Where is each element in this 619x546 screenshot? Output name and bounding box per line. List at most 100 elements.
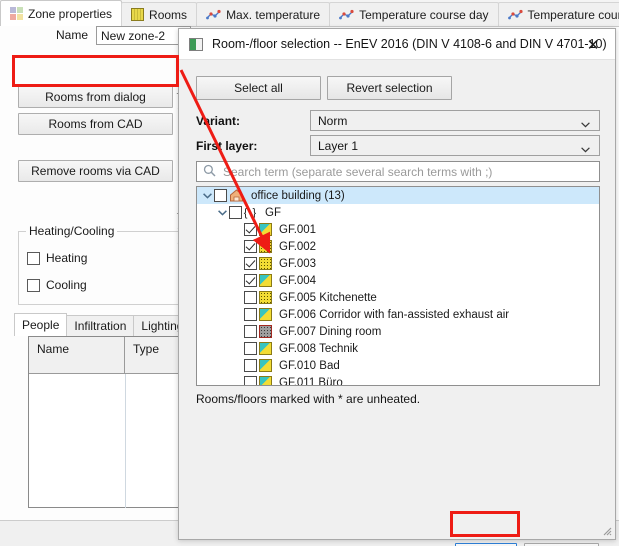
rooms-from-cad-button[interactable]: Rooms from CAD xyxy=(18,113,173,135)
tab-infiltration[interactable]: Infiltration xyxy=(66,315,135,336)
chevron-down-icon[interactable] xyxy=(201,189,214,202)
tree-label: GF.002 xyxy=(279,240,317,253)
tree-checkbox[interactable] xyxy=(244,291,257,304)
tree-checkbox[interactable] xyxy=(244,274,257,287)
table-body[interactable] xyxy=(29,374,183,508)
tab-label: Max. temperature xyxy=(226,7,321,22)
room-dotted-icon xyxy=(259,240,272,253)
select-all-button[interactable]: Select all xyxy=(196,76,321,100)
close-icon[interactable]: ✕ xyxy=(571,29,615,60)
rooms-from-dialog-button[interactable]: Rooms from dialog xyxy=(18,86,173,108)
tree-label: GF.008 Technik xyxy=(279,342,359,355)
tree-checkbox[interactable] xyxy=(244,223,257,236)
heating-cooling-group xyxy=(18,231,180,305)
chart-icon xyxy=(339,9,354,21)
chevron-down-icon xyxy=(581,117,590,128)
heating-checkbox-row[interactable]: Heating xyxy=(27,251,87,265)
tree-label: GF.001 xyxy=(279,223,317,236)
app-window: Zone properties Rooms Max. temperature T… xyxy=(0,0,619,546)
search-placeholder: Search term (separate several search ter… xyxy=(223,164,493,179)
magnifier-icon xyxy=(203,164,216,180)
tree-label: GF xyxy=(265,206,281,219)
search-field[interactable]: Search term (separate several search ter… xyxy=(196,161,600,182)
tab-people[interactable]: People xyxy=(14,313,68,336)
tree-row-gf-010[interactable]: GF.010 Bad xyxy=(197,357,599,374)
column-header-type[interactable]: Type xyxy=(125,337,183,373)
dialog-title-bar[interactable]: Room-/floor selection -- EnEV 2016 (DIN … xyxy=(179,29,615,60)
button-label: Revert selection xyxy=(346,81,433,95)
first-layer-select[interactable]: Layer 1 xyxy=(310,135,600,156)
heating-checkbox[interactable] xyxy=(27,251,40,265)
tree-row-gf-006[interactable]: GF.006 Corridor with fan-assisted exhaus… xyxy=(197,306,599,323)
tree-row-gf-004[interactable]: GF.004 xyxy=(197,272,599,289)
remove-rooms-via-cad-button[interactable]: Remove rooms via CAD xyxy=(18,160,173,182)
tree-row-gf-001[interactable]: GF.001 xyxy=(197,221,599,238)
first-layer-value: Layer 1 xyxy=(318,138,359,153)
room-heated-icon xyxy=(259,342,272,355)
tree-label: GF.006 Corridor with fan-assisted exhaus… xyxy=(279,308,510,321)
heating-label: Heating xyxy=(46,251,88,265)
tree-checkbox[interactable] xyxy=(244,325,257,338)
heating-cooling-group-title: Heating/Cooling xyxy=(26,224,118,238)
tree-row-gf-011[interactable]: GF.011 Büro xyxy=(197,374,599,385)
room-heated-icon xyxy=(259,274,272,287)
tree-row-gf-002[interactable]: GF.002 xyxy=(197,238,599,255)
table-header-row: Name Type xyxy=(29,337,183,374)
tab-label: Temperature course year xyxy=(527,7,619,22)
tab-temperature-course-day[interactable]: Temperature course day xyxy=(329,2,499,26)
room-heated-icon xyxy=(259,376,272,385)
cooling-checkbox[interactable] xyxy=(27,278,40,292)
cooling-label: Cooling xyxy=(46,278,87,292)
tab-label: Zone properties xyxy=(28,6,113,21)
chevron-down-icon[interactable] xyxy=(216,206,229,219)
tree-row-gf-007[interactable]: GF.007 Dining room xyxy=(197,323,599,340)
tab-rooms[interactable]: Rooms xyxy=(121,2,198,26)
column-header-name[interactable]: Name xyxy=(29,337,125,373)
brace-icon: { } xyxy=(243,206,258,219)
tab-label: People xyxy=(22,318,60,332)
room-heated-icon xyxy=(259,308,272,321)
resize-grip[interactable] xyxy=(601,525,612,536)
tree-row-gf-008[interactable]: GF.008 Technik xyxy=(197,340,599,357)
tree-row-gf[interactable]: { } GF xyxy=(197,204,599,221)
tab-temperature-course-year[interactable]: Temperature course year xyxy=(497,2,619,26)
tab-max-temperature[interactable]: Max. temperature xyxy=(196,2,331,26)
tree-checkbox[interactable] xyxy=(244,376,257,385)
zone-detail-tabstrip: People Infiltration Lighting xyxy=(14,313,199,336)
variant-select[interactable]: Norm xyxy=(310,110,600,131)
button-label: Remove rooms via CAD xyxy=(31,164,160,178)
room-heated-icon xyxy=(259,359,272,372)
tab-zone-properties[interactable]: Zone properties xyxy=(0,0,123,26)
dialog-title: Room-/floor selection -- EnEV 2016 (DIN … xyxy=(212,37,607,51)
tree-label: office building (13) xyxy=(251,189,345,202)
room-dotted-icon xyxy=(259,291,272,304)
room-tree[interactable]: office building (13) { } GF GF.001 GF.00… xyxy=(196,186,600,386)
main-tabstrip: Zone properties Rooms Max. temperature T… xyxy=(0,0,619,27)
tree-checkbox[interactable] xyxy=(229,206,242,219)
tree-checkbox[interactable] xyxy=(244,308,257,321)
chevron-down-icon xyxy=(581,142,590,153)
revert-selection-button[interactable]: Revert selection xyxy=(327,76,452,100)
zone-properties-panel: Name Rooms from dialog Rooms from CAD Re… xyxy=(0,26,199,520)
tree-checkbox[interactable] xyxy=(244,257,257,270)
cooling-checkbox-row[interactable]: Cooling xyxy=(27,278,87,292)
chart-icon xyxy=(507,9,523,21)
tree-label: GF.007 Dining room xyxy=(279,325,382,338)
room-heated-icon xyxy=(259,223,272,236)
tree-checkbox[interactable] xyxy=(244,240,257,253)
house-icon xyxy=(229,189,244,202)
zone-name-input[interactable] xyxy=(96,26,191,45)
button-label: Rooms from dialog xyxy=(45,90,146,104)
tree-row-gf-003[interactable]: GF.003 xyxy=(197,255,599,272)
tree-label: GF.003 xyxy=(279,257,317,270)
tree-row-office-building[interactable]: office building (13) xyxy=(197,187,599,204)
tree-checkbox[interactable] xyxy=(244,342,257,355)
unheated-note: Rooms/floors marked with * are unheated. xyxy=(196,392,421,406)
tree-row-gf-005[interactable]: GF.005 Kitchenette xyxy=(197,289,599,306)
tree-checkbox[interactable] xyxy=(214,189,227,202)
first-layer-label: First layer: xyxy=(196,139,258,153)
tab-label: Infiltration xyxy=(74,319,127,333)
button-label: Select all xyxy=(234,81,283,95)
tree-label: GF.010 Bad xyxy=(279,359,340,372)
tree-checkbox[interactable] xyxy=(244,359,257,372)
